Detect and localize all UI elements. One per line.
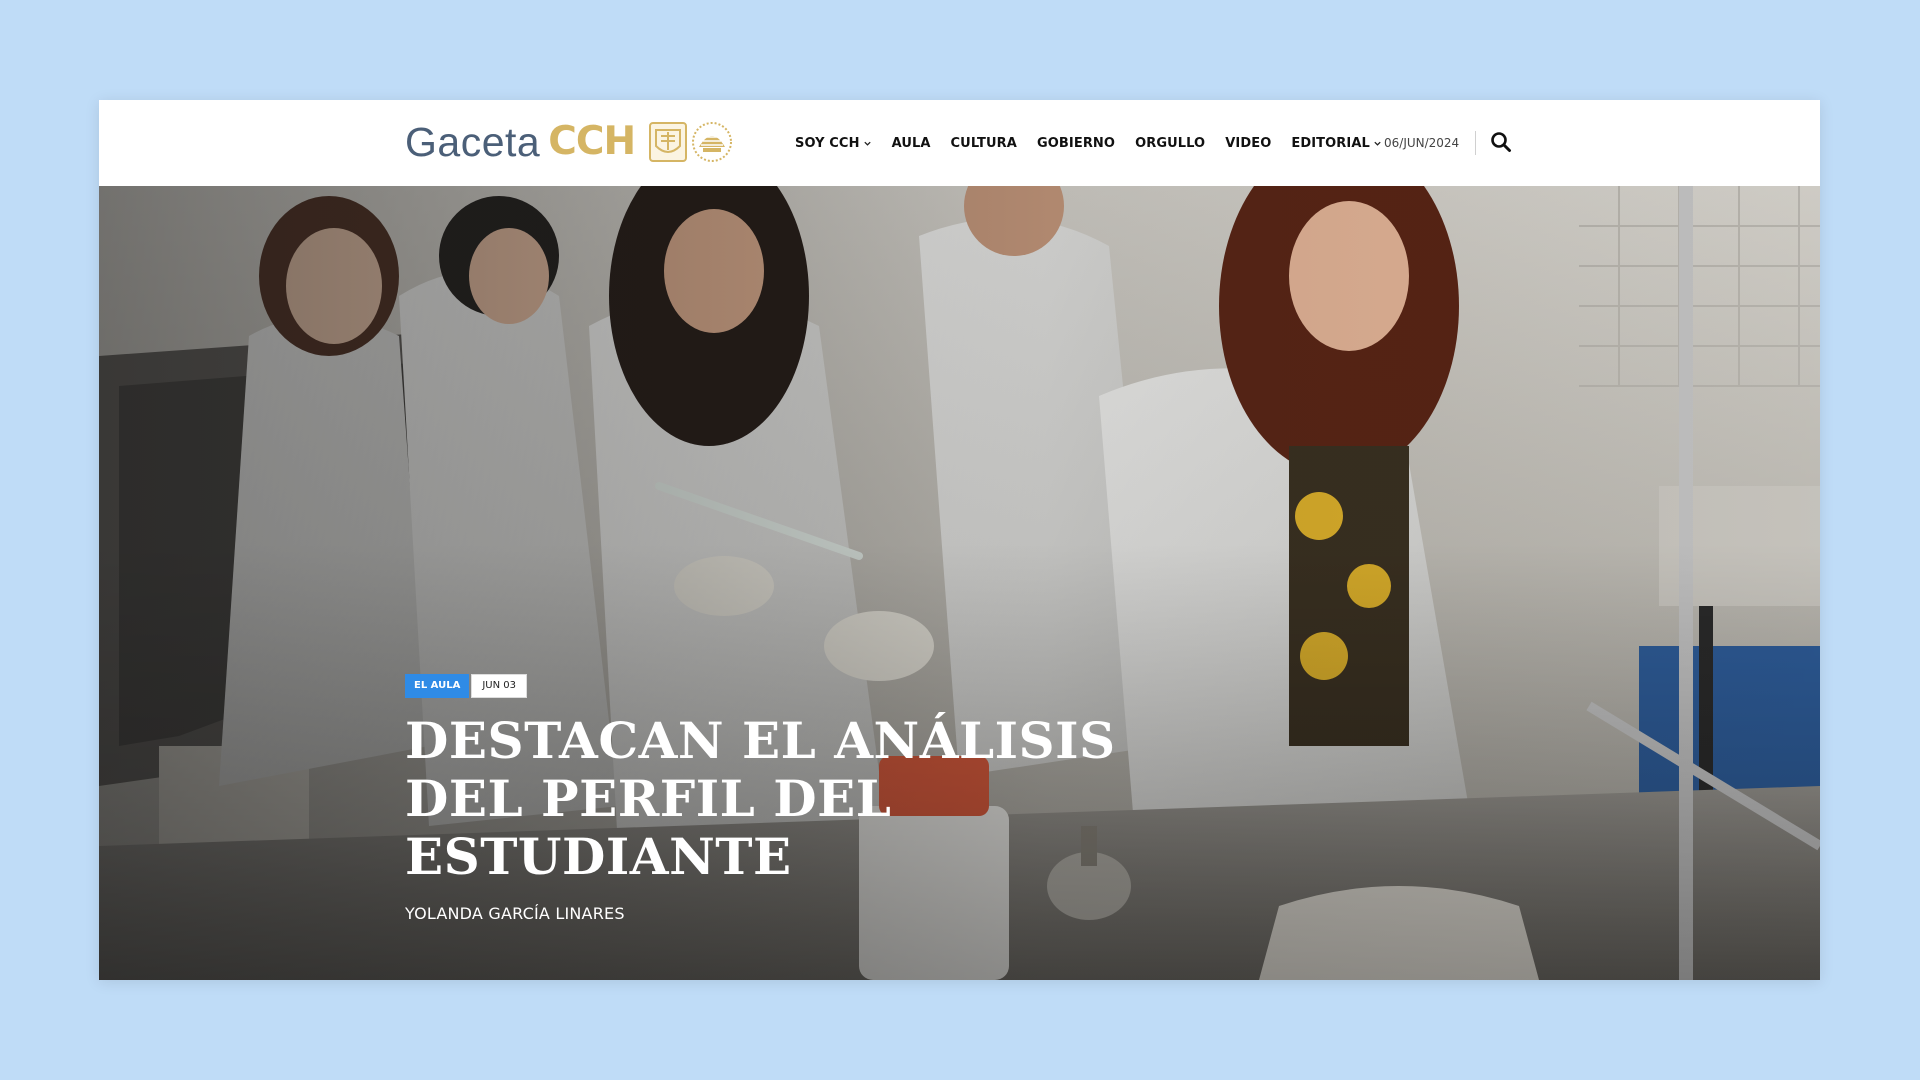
logo-wordmark: Gaceta (405, 119, 541, 165)
header-divider (1475, 131, 1476, 155)
nav-label: GOBIERNO (1036, 135, 1116, 151)
nav-item-aula[interactable]: AULA (892, 136, 931, 151)
nav-label: EDITORIAL (1291, 135, 1370, 151)
category-badge[interactable]: EL AULA (405, 674, 470, 698)
header-date: 06/JUN/2024 (1384, 136, 1460, 150)
nav-item-soy-cch[interactable]: SOY CCH (795, 136, 872, 151)
site-logo[interactable]: Gaceta CCH (405, 118, 733, 166)
nav-label: SOY CCH (795, 135, 860, 151)
featured-article[interactable]: EL AULA JUN 03 DESTACAN EL ANÁLISIS DEL … (99, 186, 1820, 980)
site-frame: Gaceta CCH SOY CCH AULA CULTURA GOBIERNO… (99, 100, 1820, 980)
nav-label: ORGULLO (1135, 135, 1206, 151)
logo-cch: CCH (548, 119, 636, 164)
article-author[interactable]: YOLANDA GARCÍA LINARES (405, 904, 625, 923)
date-badge: JUN 03 (471, 674, 528, 698)
chevron-down-icon (1374, 141, 1381, 146)
site-header: Gaceta CCH SOY CCH AULA CULTURA GOBIERNO… (99, 100, 1820, 186)
unam-seal-icon (649, 122, 688, 162)
nav-item-gobierno[interactable]: GOBIERNO (1037, 136, 1115, 151)
article-tags: EL AULA JUN 03 (405, 674, 528, 698)
main-nav: SOY CCH AULA CULTURA GOBIERNO ORGULLO VI… (795, 100, 1402, 186)
nav-item-orgullo[interactable]: ORGULLO (1135, 136, 1205, 151)
nav-item-cultura[interactable]: CULTURA (951, 136, 1017, 151)
nav-item-video[interactable]: VIDEO (1225, 136, 1271, 151)
nav-label: VIDEO (1225, 135, 1272, 151)
nav-label: AULA (891, 135, 931, 151)
chevron-down-icon (863, 141, 871, 146)
search-icon[interactable] (1489, 130, 1513, 154)
nav-label: CULTURA (950, 135, 1017, 151)
nav-item-editorial[interactable]: EDITORIAL (1291, 136, 1382, 151)
cch-emblem-icon (692, 122, 733, 162)
article-title[interactable]: DESTACAN EL ANÁLISIS DEL PERFIL DEL ESTU… (405, 712, 1125, 886)
